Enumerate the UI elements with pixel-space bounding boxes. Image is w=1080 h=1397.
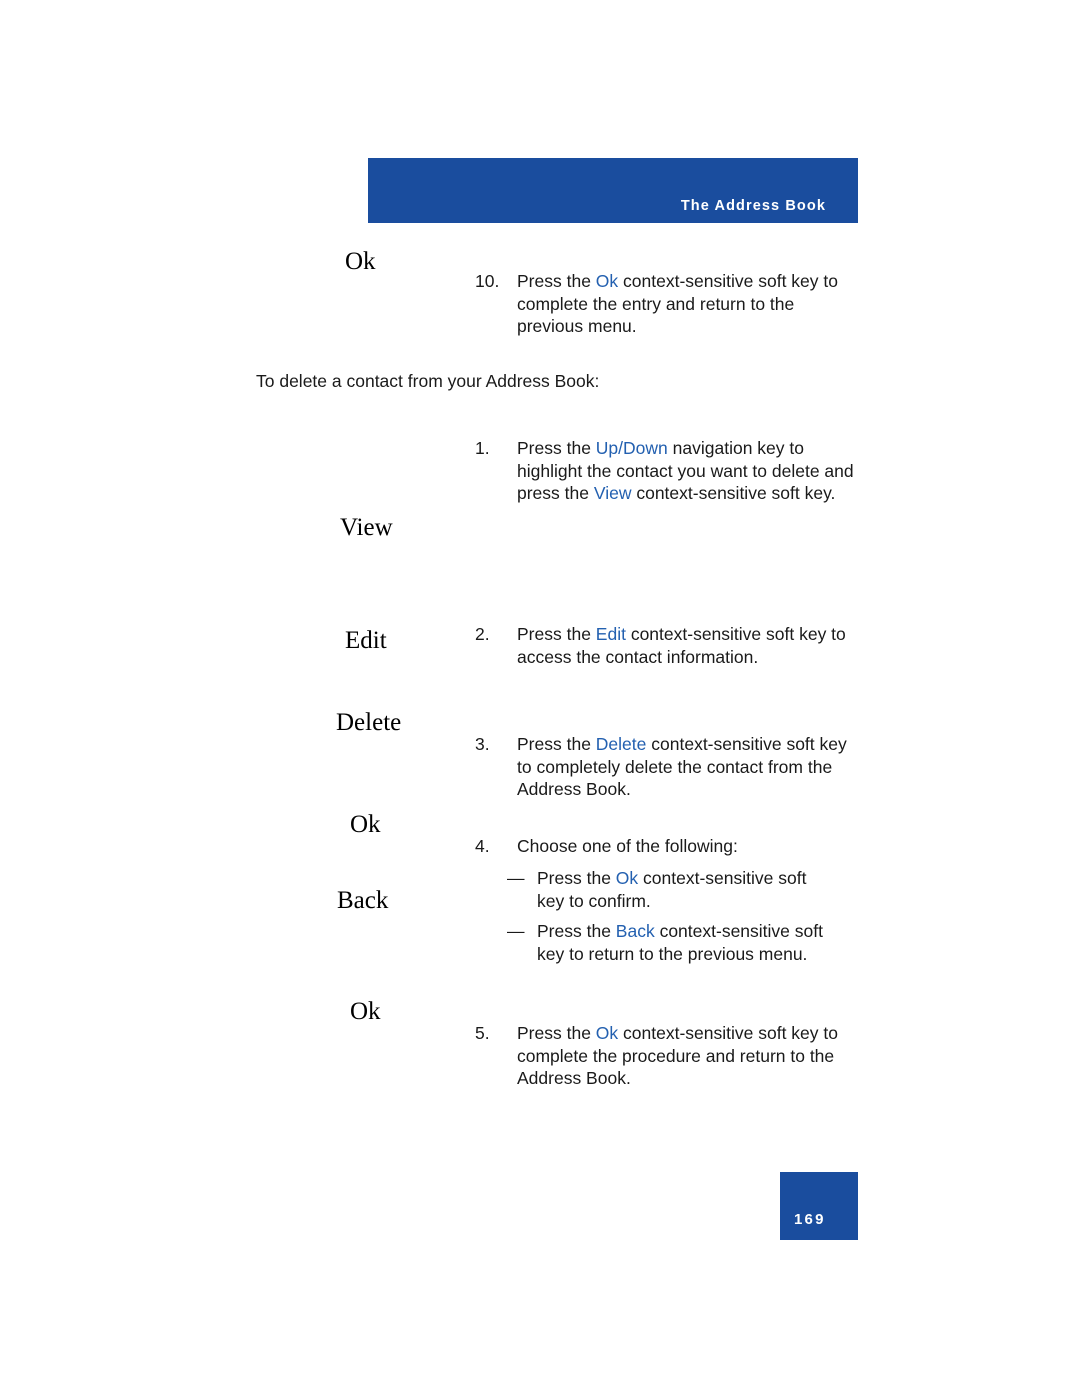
softkey-label-ok-3: Ok: [350, 998, 381, 1025]
step-3-pre: Press the: [517, 734, 596, 754]
softkey-label-ok-1: Ok: [345, 248, 376, 275]
step-4-bullet-2: — Press the Back context-sensitive soft …: [507, 920, 827, 965]
step-4: 4. Choose one of the following:: [475, 835, 850, 858]
step-1-keyword-view: View: [593, 483, 632, 503]
step-1-pre: Press the: [517, 438, 596, 458]
step-4-bullet-1: — Press the Ok context-sensitive soft ke…: [507, 867, 837, 912]
step-3-keyword: Delete: [595, 734, 647, 754]
page-number-box: 169: [780, 1172, 858, 1240]
softkey-label-edit: Edit: [345, 627, 387, 654]
step-3-text: Press the Delete context-sensitive soft …: [517, 733, 850, 801]
step-4-text: Choose one of the following:: [517, 836, 738, 856]
softkey-label-back: Back: [337, 887, 389, 914]
step-5-number: 5.: [475, 1023, 490, 1043]
softkey-label-ok-2: Ok: [350, 811, 381, 838]
step-1: 1. Press the Up/Down navigation key to h…: [475, 437, 855, 505]
step-4-number: 4.: [475, 836, 490, 856]
step-10-pre: Press the: [517, 271, 596, 291]
page-number: 169: [794, 1211, 826, 1228]
step-4-bullet-2-pre: Press the: [537, 921, 616, 941]
step-1-text: Press the Up/Down navigation key to high…: [517, 437, 855, 505]
page-header-bar: The Address Book: [368, 158, 858, 223]
step-1-keyword-updown: Up/Down: [595, 438, 668, 458]
step-3-number: 3.: [475, 734, 490, 754]
step-1-number: 1.: [475, 438, 490, 458]
step-2-keyword: Edit: [595, 624, 626, 644]
step-10-number: 10.: [475, 271, 500, 291]
step-4-bullet-1-pre: Press the: [537, 868, 616, 888]
step-4-bullet-1-keyword: Ok: [615, 868, 639, 888]
step-10-text: Press the Ok context-sensitive soft key …: [517, 270, 845, 338]
step-4-bullet-2-text: Press the Back context-sensitive soft ke…: [537, 920, 827, 965]
step-2: 2. Press the Edit context-sensitive soft…: [475, 623, 850, 668]
step-10: 10. Press the Ok context-sensitive soft …: [475, 270, 845, 338]
step-5-text: Press the Ok context-sensitive soft key …: [517, 1022, 850, 1090]
step-5: 5. Press the Ok context-sensitive soft k…: [475, 1022, 850, 1090]
step-4-bullet-2-keyword: Back: [615, 921, 655, 941]
step-5-keyword: Ok: [595, 1023, 619, 1043]
step-4-bullet-1-dash: —: [507, 868, 525, 888]
page-header-title: The Address Book: [680, 198, 826, 214]
step-3: 3. Press the Delete context-sensitive so…: [475, 733, 850, 801]
softkey-label-delete: Delete: [336, 709, 402, 736]
step-4-bullet-2-dash: —: [507, 921, 525, 941]
intro-paragraph: To delete a contact from your Address Bo…: [256, 370, 776, 393]
step-10-keyword: Ok: [595, 271, 619, 291]
intro-text: To delete a contact from your Address Bo…: [256, 371, 600, 391]
step-2-number: 2.: [475, 624, 490, 644]
step-2-text: Press the Edit context-sensitive soft ke…: [517, 623, 850, 668]
step-4-bullet-1-text: Press the Ok context-sensitive soft key …: [537, 867, 837, 912]
step-2-pre: Press the: [517, 624, 596, 644]
step-5-pre: Press the: [517, 1023, 596, 1043]
step-1-post: context-sensitive soft key.: [631, 483, 836, 503]
softkey-label-view: View: [340, 514, 393, 541]
